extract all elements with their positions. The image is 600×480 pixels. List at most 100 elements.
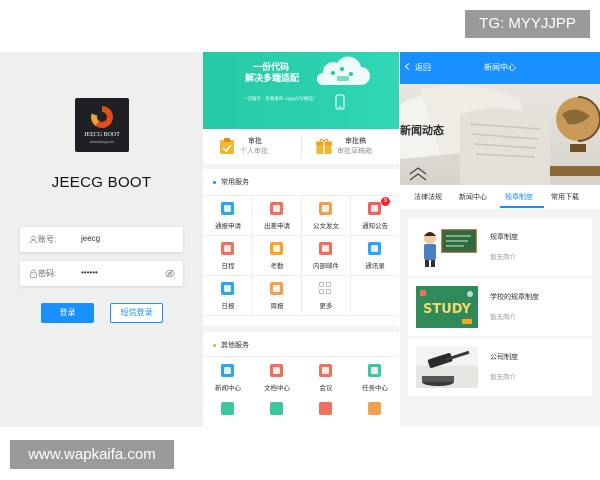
- service-item-label: 日程: [221, 262, 235, 270]
- service-item[interactable]: 新闻中心: [204, 358, 252, 398]
- username-field[interactable]: 账号: jeecg: [20, 227, 183, 252]
- tab-downloads[interactable]: 常用下载: [551, 192, 579, 202]
- article-card[interactable]: 规章制度 暂无简介: [408, 218, 592, 276]
- daily-report-icon: [221, 282, 234, 295]
- login-button[interactable]: 登录: [41, 303, 94, 323]
- service-item[interactable]: 公文发文: [302, 196, 350, 236]
- approval-item-personal[interactable]: 审批 个人审批: [218, 135, 288, 159]
- document-icon: [319, 202, 332, 215]
- password-label: 密码:: [38, 269, 57, 278]
- password-field[interactable]: 密码: ••••••: [20, 261, 183, 286]
- approval-item-drafts[interactable]: 审批稿 审批草稿箱: [315, 135, 391, 159]
- site-watermark: www.wapkaifa.com: [10, 440, 174, 469]
- approval-subtitle: 个人审批: [240, 147, 268, 155]
- service-item[interactable]: 通报申请: [204, 196, 252, 236]
- article-subtitle: 暂无简介: [490, 313, 516, 321]
- service-item[interactable]: 更多: [302, 276, 350, 316]
- service-item[interactable]: 考勤: [253, 236, 301, 276]
- promo-banner[interactable]: 一份代码 解决多端适配 一次编写 · 多端发布 (app/h5/微信): [203, 52, 399, 135]
- service-item-label: 通知公告: [362, 222, 388, 230]
- partial-icon: [270, 402, 283, 415]
- article-card[interactable]: 公司制度 暂无简介: [408, 338, 592, 396]
- password-value[interactable]: ••••••: [81, 268, 98, 277]
- tab-news-center[interactable]: 新闻中心: [459, 192, 487, 202]
- user-icon: [29, 235, 38, 244]
- partial-icon: [319, 402, 332, 415]
- logo-subtext: www.jeecg.com: [89, 140, 115, 144]
- cloud-illustration-icon: [317, 56, 370, 85]
- gift-box-icon: [316, 138, 332, 154]
- other-services-section: 其他服务 新闻中心 文档中心 会议 任务中心: [203, 332, 399, 427]
- username-value[interactable]: jeecg: [81, 234, 100, 243]
- tab-laws[interactable]: 法律法规: [414, 192, 442, 202]
- tab-regulations[interactable]: 规章制度: [505, 192, 533, 202]
- meeting-icon: [319, 364, 332, 377]
- other-services-title: 其他服务: [213, 340, 249, 350]
- nav-bar: 返回 新闻中心: [400, 52, 600, 84]
- banner-line2: 解决多端适配: [245, 74, 300, 84]
- article-title: 公司制度: [490, 353, 518, 361]
- article-card[interactable]: STUDY 学校的规章制度 暂无简介: [408, 278, 592, 336]
- service-item-label: 会议: [319, 384, 333, 392]
- active-tab-underline: [500, 206, 544, 208]
- service-item-label: 更多: [319, 302, 333, 310]
- service-item-label: 日报: [221, 302, 235, 310]
- clock-icon: [270, 242, 283, 255]
- drafts-title: 审批稿: [345, 137, 366, 145]
- banner-line3: 一次编写 · 多端发布 (app/h5/微信): [243, 97, 315, 102]
- page-title: 新闻中心: [484, 63, 516, 72]
- common-services-title: 常用服务: [213, 177, 249, 187]
- airplane-icon: [270, 202, 283, 215]
- sms-login-button[interactable]: 短信登录: [110, 303, 163, 323]
- article-subtitle: 暂无简介: [490, 373, 516, 381]
- lock-icon: [29, 269, 38, 278]
- article-title: 规章制度: [490, 233, 518, 241]
- grid-divider: [203, 356, 399, 357]
- category-tabs: 法律法规 新闻中心 规章制度 常用下载: [400, 185, 600, 209]
- svg-text:STUDY: STUDY: [423, 302, 472, 317]
- service-item[interactable]: 日程: [204, 236, 252, 276]
- weekly-report-icon: [270, 282, 283, 295]
- notification-badge: 9: [381, 197, 390, 206]
- service-item-label: 考勤: [270, 262, 284, 270]
- phone-icon: [335, 94, 345, 110]
- service-item[interactable]: 会议: [302, 358, 350, 398]
- service-item-label: 出差申请: [264, 222, 290, 230]
- approval-clipboard-icon: [220, 138, 234, 154]
- service-item-label: 新闻中心: [215, 384, 241, 392]
- eye-off-icon[interactable]: [165, 269, 175, 278]
- grid-more-icon: [319, 282, 332, 295]
- service-item-label: 文档中心: [264, 384, 290, 392]
- partial-icon: [368, 402, 381, 415]
- gavel-image: [416, 346, 478, 388]
- logo-mark: [91, 106, 113, 128]
- mail-icon: [319, 242, 332, 255]
- task-icon: [368, 364, 381, 377]
- service-item[interactable]: 9 通知公告: [351, 196, 399, 236]
- app-title: JEECG BOOT: [51, 174, 152, 191]
- service-item[interactable]: 通讯录: [351, 236, 399, 276]
- study-image: STUDY: [416, 286, 478, 328]
- megaphone-icon: [368, 202, 381, 215]
- service-item[interactable]: 周报: [253, 276, 301, 316]
- approval-divider: [301, 136, 302, 158]
- contacts-icon: [368, 242, 381, 255]
- service-item-label: 内部邮件: [313, 262, 339, 270]
- drafts-subtitle: 审批草稿箱: [337, 147, 372, 155]
- news-icon: [221, 364, 234, 377]
- report-icon: [221, 202, 234, 215]
- service-item-label: 通讯录: [365, 262, 385, 270]
- article-subtitle: 暂无简介: [490, 253, 516, 261]
- hero-heading: 新闻动态: [400, 124, 444, 137]
- partial-icon: [221, 402, 234, 415]
- calendar-icon: [221, 242, 234, 255]
- service-item[interactable]: 任务中心: [351, 358, 399, 398]
- teacher-blackboard-image: [416, 226, 478, 268]
- service-item-label: 周报: [270, 302, 284, 310]
- service-item[interactable]: 内部邮件: [302, 236, 350, 276]
- hero-banner: 新闻动态: [400, 84, 600, 185]
- common-services-section: 常用服务 通报申请 出差申请 公文发文 9 通知公告 日程 考勤 内部邮件 通讯录…: [203, 169, 399, 326]
- service-item[interactable]: 文档中心: [253, 358, 301, 398]
- service-item[interactable]: 出差申请: [253, 196, 301, 236]
- service-item[interactable]: 日报: [204, 276, 252, 316]
